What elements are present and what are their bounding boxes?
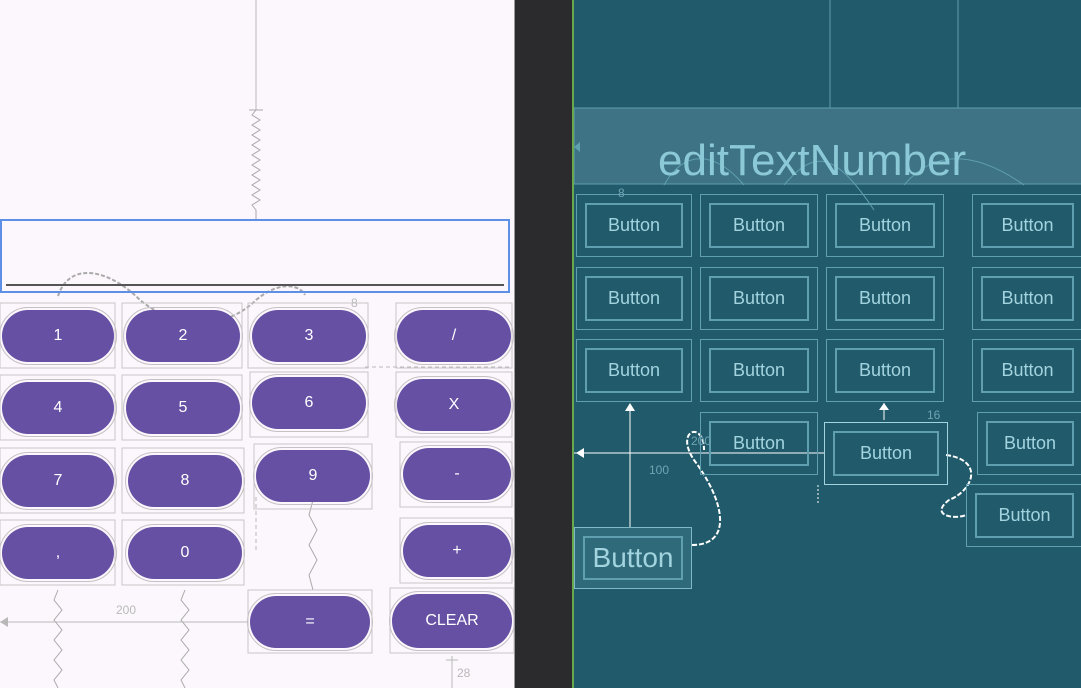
margin-dimension-200: 200 [116, 603, 137, 617]
bp-dimension-100: 100 [649, 463, 670, 477]
button-five[interactable]: 5 [123, 379, 243, 437]
bp-button-r2c1[interactable]: Button [576, 267, 692, 330]
button-one[interactable]: 1 [0, 307, 117, 365]
bp-button-r1c4[interactable]: Button [972, 194, 1081, 257]
margin-dimension-28: 28 [457, 666, 471, 680]
margin-dimension-8: 8 [351, 296, 358, 310]
bp-button-r1c3[interactable]: Button [826, 194, 944, 257]
bp-button-r1c1[interactable]: Button [576, 194, 692, 257]
bp-button-r2c2[interactable]: Button [700, 267, 818, 330]
button-clear[interactable]: CLEAR [389, 591, 514, 651]
bp-button-r5c4[interactable]: Button [966, 484, 1081, 547]
bp-button-r3c2[interactable]: Button [700, 339, 818, 402]
bp-dimension-16: 16 [927, 408, 941, 422]
button-minus[interactable]: - [400, 445, 514, 503]
button-four[interactable]: 4 [0, 379, 117, 437]
button-six[interactable]: 6 [249, 374, 369, 432]
bp-button-r2c3[interactable]: Button [826, 267, 944, 330]
button-seven[interactable]: 7 [0, 452, 117, 510]
button-zero[interactable]: 0 [125, 524, 245, 582]
button-divide[interactable]: / [394, 307, 514, 365]
bp-button-r4c2[interactable]: Button [700, 412, 818, 475]
button-equals[interactable]: = [247, 593, 373, 651]
bp-button-r3c3[interactable]: Button [826, 339, 944, 402]
bp-button-r2c4[interactable]: Button [972, 267, 1081, 330]
panel-divider [515, 0, 572, 688]
bp-dimension-200: 200 [691, 434, 712, 448]
button-nine[interactable]: 9 [253, 447, 373, 505]
edit-text-number-field[interactable] [0, 219, 510, 293]
bp-button-large-selected[interactable]: Button [574, 527, 692, 589]
bp-dimension-8: 8 [618, 186, 625, 200]
button-comma[interactable]: , [0, 524, 117, 582]
button-eight[interactable]: 8 [125, 452, 245, 510]
button-plus[interactable]: + [400, 522, 514, 580]
button-three[interactable]: 3 [249, 307, 369, 365]
bp-button-r4c3-selected[interactable]: Button [824, 422, 948, 485]
bp-button-r3c1[interactable]: Button [576, 339, 692, 402]
design-surface[interactable]: 1 2 3 / 4 5 6 X 7 8 9 - , 0 + = CLEAR 20… [0, 0, 515, 688]
bp-button-r3c4[interactable]: Button [972, 339, 1081, 402]
blueprint-surface[interactable]: editTextNumber Button Button Button Butt… [572, 0, 1081, 688]
button-two[interactable]: 2 [123, 307, 243, 365]
edit-text-number-label[interactable]: editTextNumber [658, 136, 966, 186]
bp-button-r4c4[interactable]: Button [977, 412, 1081, 475]
button-multiply[interactable]: X [394, 376, 514, 434]
edit-text-underline [6, 284, 504, 286]
bp-button-r1c2[interactable]: Button [700, 194, 818, 257]
